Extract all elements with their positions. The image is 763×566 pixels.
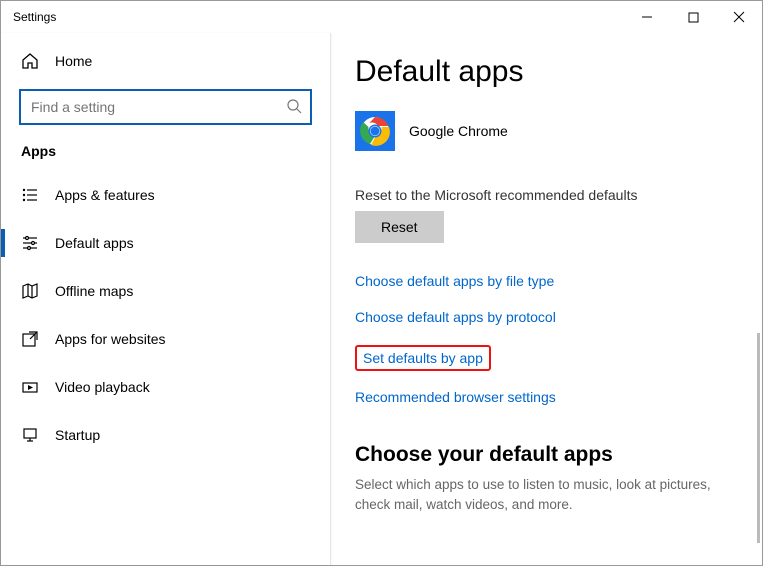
sidebar-home[interactable]: Home bbox=[1, 41, 330, 81]
map-icon bbox=[21, 282, 39, 300]
default-browser-row[interactable]: Google Chrome bbox=[355, 111, 738, 151]
open-icon bbox=[21, 330, 39, 348]
sidebar-item-video-playback[interactable]: Video playback bbox=[1, 363, 330, 411]
search-input[interactable] bbox=[29, 98, 286, 116]
maximize-button[interactable] bbox=[670, 1, 716, 33]
sidebar-item-label: Offline maps bbox=[55, 283, 133, 299]
sidebar-item-label: Apps for websites bbox=[55, 331, 166, 347]
link-browser-settings[interactable]: Recommended browser settings bbox=[355, 389, 738, 405]
reset-description: Reset to the Microsoft recommended defau… bbox=[355, 187, 738, 203]
search-icon bbox=[286, 98, 302, 117]
chrome-icon bbox=[355, 111, 395, 151]
default-browser-label: Google Chrome bbox=[409, 123, 508, 139]
close-button[interactable] bbox=[716, 1, 762, 33]
startup-icon bbox=[21, 426, 39, 444]
scrollbar[interactable] bbox=[757, 333, 760, 543]
sidebar-item-label: Default apps bbox=[55, 235, 134, 251]
sidebar-home-label: Home bbox=[55, 53, 92, 69]
reset-button[interactable]: Reset bbox=[355, 211, 444, 243]
window-controls bbox=[624, 1, 762, 33]
window-title: Settings bbox=[13, 10, 56, 24]
sidebar-section-label: Apps bbox=[1, 143, 330, 159]
title-bar: Settings bbox=[1, 1, 762, 33]
search-input-wrap[interactable] bbox=[19, 89, 312, 125]
choose-defaults-section: Choose your default apps Select which ap… bbox=[355, 443, 738, 516]
sidebar-item-label: Startup bbox=[55, 427, 100, 443]
link-by-protocol[interactable]: Choose default apps by protocol bbox=[355, 309, 738, 325]
sidebar-item-startup[interactable]: Startup bbox=[1, 411, 330, 459]
sidebar-item-apps-features[interactable]: Apps & features bbox=[1, 171, 330, 219]
sidebar-item-default-apps[interactable]: Default apps bbox=[1, 219, 330, 267]
video-icon bbox=[21, 378, 39, 396]
sidebar-item-offline-maps[interactable]: Offline maps bbox=[1, 267, 330, 315]
defaults-icon bbox=[21, 234, 39, 252]
sidebar-item-label: Apps & features bbox=[55, 187, 155, 203]
sidebar-item-apps-for-websites[interactable]: Apps for websites bbox=[1, 315, 330, 363]
minimize-button[interactable] bbox=[624, 1, 670, 33]
home-icon bbox=[21, 52, 39, 70]
link-set-defaults-by-app[interactable]: Set defaults by app bbox=[355, 345, 491, 371]
list-icon bbox=[21, 186, 39, 204]
sidebar: Home Apps Apps & features bbox=[1, 33, 331, 565]
link-by-file-type[interactable]: Choose default apps by file type bbox=[355, 273, 738, 289]
subsection-title: Choose your default apps bbox=[355, 443, 738, 467]
content-pane: Default apps Google Chrome Reset to the … bbox=[331, 33, 762, 565]
sidebar-item-label: Video playback bbox=[55, 379, 150, 395]
subsection-desc: Select which apps to use to listen to mu… bbox=[355, 475, 738, 516]
page-title: Default apps bbox=[355, 55, 738, 89]
